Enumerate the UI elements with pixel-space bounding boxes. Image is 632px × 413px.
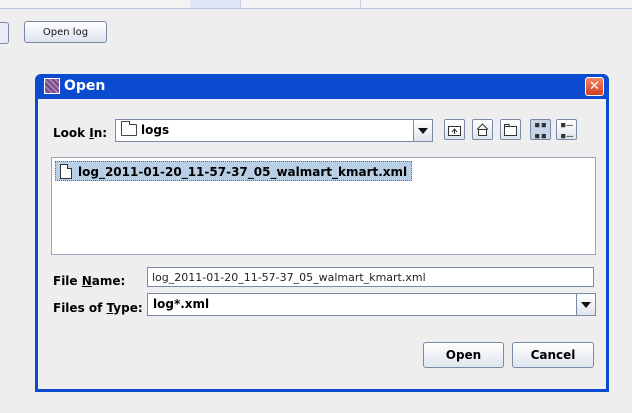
file-list[interactable]: log_2011-01-20_11-57-37_05_walmart_kmart… [51,157,596,255]
details-view-icon: ▪– ▪– [559,117,574,142]
dialog-title: Open [64,78,106,94]
up-one-level-button[interactable] [444,119,465,140]
dialog-titlebar[interactable]: Open ✕ [38,74,606,99]
open-dialog: Open ✕ Look In: logs ▪▪ ▪▪ ▪– ▪– log_2011-… [35,74,609,392]
dialog-content: Look In: logs ▪▪ ▪▪ ▪– ▪– log_2011-01-20_1… [38,99,606,389]
files-of-type-value: log*.xml [153,297,210,311]
look-in-label: Look In: [53,126,108,140]
background-tab [240,0,361,8]
new-folder-button[interactable] [500,119,521,140]
home-button[interactable] [472,119,493,140]
close-button[interactable]: ✕ [585,77,604,96]
file-name-field[interactable] [147,267,594,287]
background-tab [110,0,191,8]
home-icon [476,123,489,136]
list-view-button[interactable]: ▪▪ ▪▪ [530,117,551,142]
new-folder-icon [504,123,517,136]
folder-icon [121,121,137,136]
look-in-combobox[interactable]: logs [115,119,433,142]
file-name-text: log_2011-01-20_11-57-37_05_walmart_kmart… [78,165,408,179]
file-icon [60,164,72,179]
cancel-button[interactable]: Cancel [512,342,594,368]
java-app-icon [44,78,60,94]
chevron-down-icon[interactable] [576,294,595,315]
files-of-type-combobox[interactable]: log*.xml [147,293,596,316]
files-of-type-label: Files of Type: [53,301,143,315]
list-item[interactable]: log_2011-01-20_11-57-37_05_walmart_kmart… [55,161,413,181]
background-toolbar-strip [0,0,632,9]
background-tab [190,0,241,8]
up-one-level-icon [448,125,461,136]
list-view-icon: ▪▪ ▪▪ [533,117,548,142]
details-view-button[interactable]: ▪– ▪– [556,117,577,142]
chevron-down-icon[interactable] [413,120,432,141]
background-button-stub[interactable] [0,22,9,44]
open-button[interactable]: Open [423,342,504,368]
file-name-label: File Name: [53,274,126,288]
look-in-value: logs [141,123,170,137]
open-log-button[interactable]: Open log [24,21,107,43]
